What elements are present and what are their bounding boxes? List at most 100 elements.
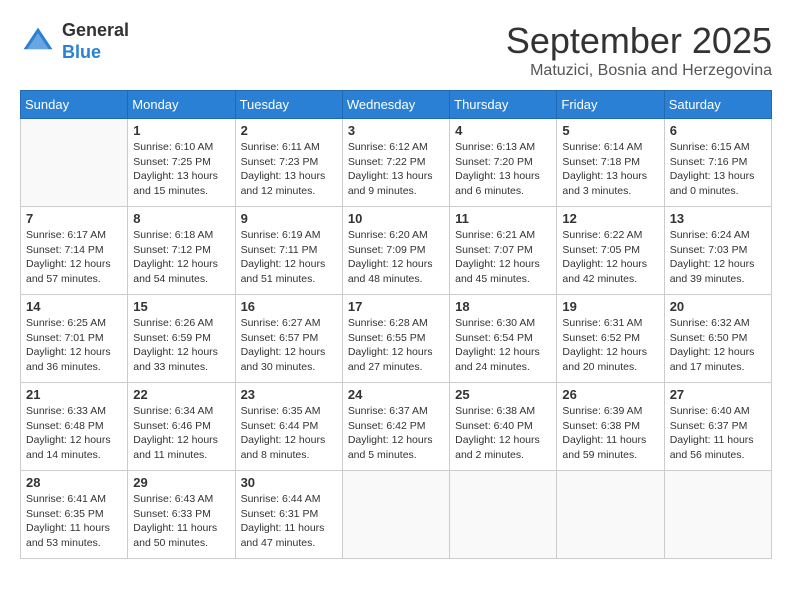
day-info-line: and 2 minutes.: [455, 449, 524, 461]
day-info-line: Daylight: 12 hours: [455, 346, 540, 358]
day-info-line: Sunrise: 6:26 AM: [133, 317, 213, 329]
day-number: 12: [562, 211, 658, 226]
day-info-line: Sunrise: 6:15 AM: [670, 141, 750, 153]
day-info-line: Sunset: 7:20 PM: [455, 156, 533, 168]
calendar-cell: 11Sunrise: 6:21 AMSunset: 7:07 PMDayligh…: [450, 207, 557, 295]
day-info-line: Daylight: 12 hours: [670, 346, 755, 358]
day-info-line: Daylight: 12 hours: [241, 258, 326, 270]
day-info-line: Daylight: 12 hours: [133, 346, 218, 358]
day-info-line: Daylight: 12 hours: [455, 434, 540, 446]
day-info-line: Sunset: 6:44 PM: [241, 420, 319, 432]
day-info-line: and 8 minutes.: [241, 449, 310, 461]
calendar-cell: 13Sunrise: 6:24 AMSunset: 7:03 PMDayligh…: [664, 207, 771, 295]
day-info: Sunrise: 6:27 AMSunset: 6:57 PMDaylight:…: [241, 316, 337, 375]
day-info-line: Daylight: 12 hours: [455, 258, 540, 270]
day-number: 7: [26, 211, 122, 226]
day-info-line: Daylight: 13 hours: [562, 170, 647, 182]
calendar-cell: 28Sunrise: 6:41 AMSunset: 6:35 PMDayligh…: [21, 471, 128, 559]
calendar-cell: 24 Sunrise: 6:37 AMSunset: 6:42 PMDayligh…: [342, 383, 449, 471]
day-info-line: Daylight: 13 hours: [455, 170, 540, 182]
day-number: 13: [670, 211, 766, 226]
day-info-line: Daylight: 12 hours: [26, 434, 111, 446]
day-info-line: Sunrise: 6:32 AM: [670, 317, 750, 329]
day-info: Sunrise: 6:17 AMSunset: 7:14 PMDaylight:…: [26, 228, 122, 287]
day-info-line: and 54 minutes.: [133, 273, 208, 285]
day-info-line: Sunset: 6:31 PM: [241, 508, 319, 520]
day-info-line: Sunrise: 6:20 AM: [348, 229, 428, 241]
day-info-line: Sunrise: 6:35 AM: [241, 405, 321, 417]
calendar-cell: 1Sunrise: 6:10 AMSunset: 7:25 PMDaylight…: [128, 119, 235, 207]
calendar-table: SundayMondayTuesdayWednesdayThursdayFrid…: [20, 90, 772, 559]
month-title: September 2025: [506, 20, 772, 62]
day-number: 28: [26, 475, 122, 490]
day-info-line: Sunrise: 6:25 AM: [26, 317, 106, 329]
day-info-line: Sunset: 6:50 PM: [670, 332, 748, 344]
day-info-line: Sunset: 7:16 PM: [670, 156, 748, 168]
day-info-line: and 5 minutes.: [348, 449, 417, 461]
day-number: 18: [455, 299, 551, 314]
day-info-line: Sunset: 7:14 PM: [26, 244, 104, 256]
calendar-week-4: 21 Sunrise: 6:33 AMSunset: 6:48 PMDayligh…: [21, 383, 772, 471]
calendar-week-2: 7 Sunrise: 6:17 AMSunset: 7:14 PMDaylight…: [21, 207, 772, 295]
day-header-thursday: Thursday: [450, 91, 557, 119]
day-header-wednesday: Wednesday: [342, 91, 449, 119]
calendar-cell: 26Sunrise: 6:39 AMSunset: 6:38 PMDayligh…: [557, 383, 664, 471]
day-info-line: and 45 minutes.: [455, 273, 530, 285]
day-info-line: Sunrise: 6:31 AM: [562, 317, 642, 329]
calendar-cell: 30 Sunrise: 6:44 AMSunset: 6:31 PMDayligh…: [235, 471, 342, 559]
day-info-line: Daylight: 12 hours: [133, 258, 218, 270]
day-number: 20: [670, 299, 766, 314]
day-number: 4: [455, 123, 551, 138]
day-info-line: Sunrise: 6:11 AM: [241, 141, 320, 153]
calendar-cell: 4Sunrise: 6:13 AMSunset: 7:20 PMDaylight…: [450, 119, 557, 207]
day-number: 21: [26, 387, 122, 402]
day-info: Sunrise: 6:19 AMSunset: 7:11 PMDaylight:…: [241, 228, 337, 287]
calendar-cell: 10Sunrise: 6:20 AMSunset: 7:09 PMDayligh…: [342, 207, 449, 295]
day-info-line: and 12 minutes.: [241, 185, 316, 197]
day-info-line: Sunset: 6:38 PM: [562, 420, 640, 432]
day-info-line: and 51 minutes.: [241, 273, 316, 285]
day-info-line: Sunset: 7:03 PM: [670, 244, 748, 256]
day-info-line: and 9 minutes.: [348, 185, 417, 197]
day-info-line: Sunrise: 6:43 AM: [133, 493, 213, 505]
day-info-line: Sunrise: 6:37 AM: [348, 405, 428, 417]
calendar-cell: 23Sunrise: 6:35 AMSunset: 6:44 PMDayligh…: [235, 383, 342, 471]
day-info-line: and 59 minutes.: [562, 449, 637, 461]
day-info-line: and 30 minutes.: [241, 361, 316, 373]
day-info-line: Sunset: 7:12 PM: [133, 244, 211, 256]
day-info: Sunrise: 6:44 AMSunset: 6:31 PMDaylight:…: [241, 492, 337, 551]
day-number: 30: [241, 475, 337, 490]
day-info-line: Daylight: 12 hours: [562, 258, 647, 270]
day-info: Sunrise: 6:12 AMSunset: 7:22 PMDaylight:…: [348, 140, 444, 199]
day-info: Sunrise: 6:37 AMSunset: 6:42 PMDaylight:…: [348, 404, 444, 463]
day-info-line: and 56 minutes.: [670, 449, 745, 461]
calendar-cell: 18Sunrise: 6:30 AMSunset: 6:54 PMDayligh…: [450, 295, 557, 383]
day-info-line: Sunset: 6:40 PM: [455, 420, 533, 432]
day-number: 23: [241, 387, 337, 402]
day-info-line: Daylight: 13 hours: [348, 170, 433, 182]
calendar-cell: 2Sunrise: 6:11 AMSunset: 7:23 PMDaylight…: [235, 119, 342, 207]
day-info: Sunrise: 6:26 AMSunset: 6:59 PMDaylight:…: [133, 316, 229, 375]
calendar-cell: 7 Sunrise: 6:17 AMSunset: 7:14 PMDaylight…: [21, 207, 128, 295]
day-info-line: Daylight: 13 hours: [241, 170, 326, 182]
calendar-cell: [450, 471, 557, 559]
day-number: 24: [348, 387, 444, 402]
day-info-line: and 27 minutes.: [348, 361, 423, 373]
day-info-line: and 42 minutes.: [562, 273, 637, 285]
day-number: 14: [26, 299, 122, 314]
day-info-line: Sunset: 6:52 PM: [562, 332, 640, 344]
calendar-cell: 8Sunrise: 6:18 AMSunset: 7:12 PMDaylight…: [128, 207, 235, 295]
page-header: General Blue September 2025 Matuzici, Bo…: [20, 20, 772, 80]
day-info-line: Sunrise: 6:28 AM: [348, 317, 428, 329]
day-info: Sunrise: 6:21 AMSunset: 7:07 PMDaylight:…: [455, 228, 551, 287]
day-header-monday: Monday: [128, 91, 235, 119]
day-info: Sunrise: 6:33 AMSunset: 6:48 PMDaylight:…: [26, 404, 122, 463]
day-info-line: Sunrise: 6:41 AM: [26, 493, 106, 505]
day-info: Sunrise: 6:25 AMSunset: 7:01 PMDaylight:…: [26, 316, 122, 375]
day-info-line: Sunset: 7:25 PM: [133, 156, 211, 168]
day-number: 27: [670, 387, 766, 402]
day-info: Sunrise: 6:32 AM Sunset: 6:50 PM Daylight:…: [670, 316, 766, 375]
calendar-cell: 15Sunrise: 6:26 AMSunset: 6:59 PMDayligh…: [128, 295, 235, 383]
day-number: 22: [133, 387, 229, 402]
day-info-line: and 53 minutes.: [26, 537, 101, 549]
